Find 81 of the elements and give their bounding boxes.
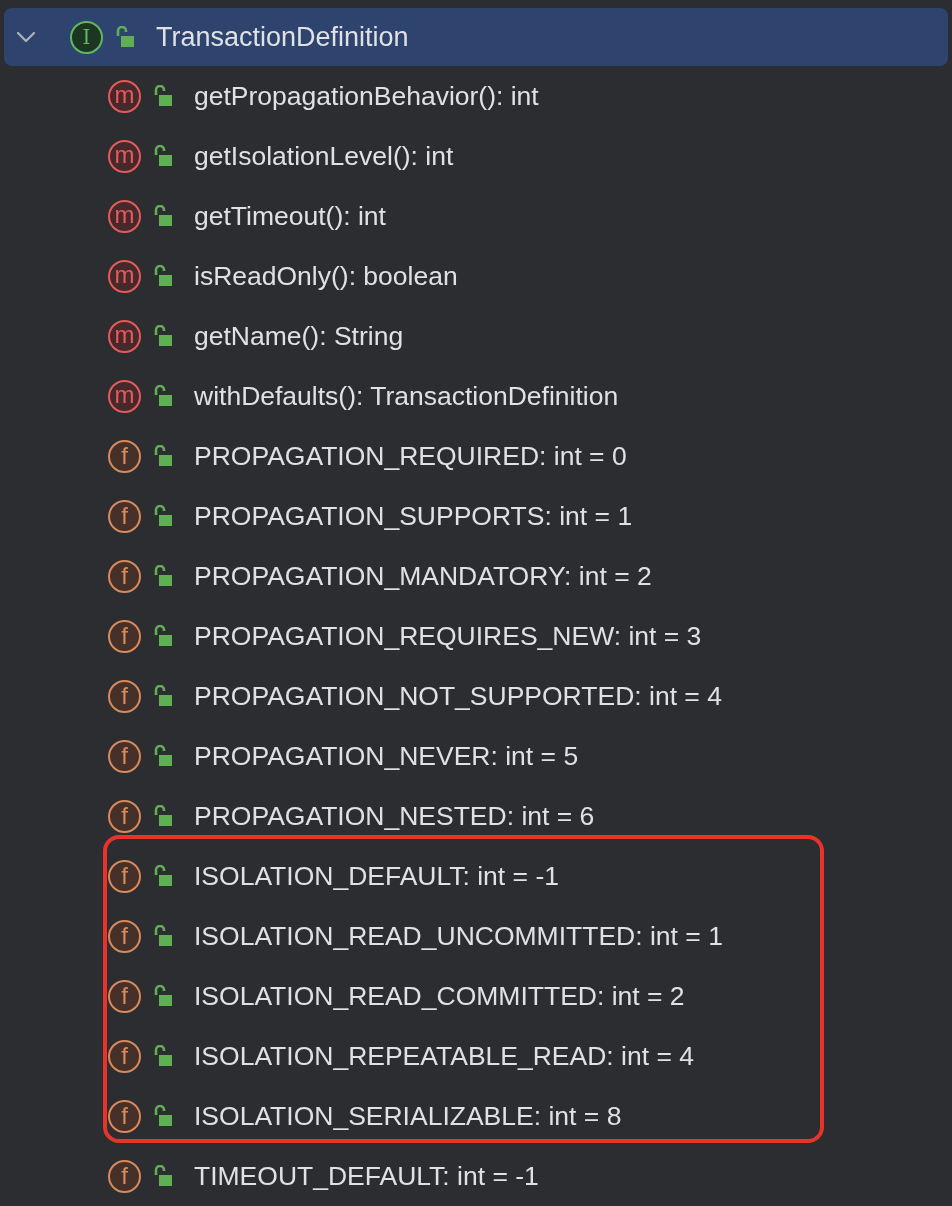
tree-node[interactable]: f ISOLATION_READ_COMMITTED: int = 2 — [0, 966, 952, 1026]
field-icon: f — [108, 1159, 141, 1193]
field-icon: f — [108, 559, 141, 593]
tree-node[interactable]: f PROPAGATION_REQUIRED: int = 0 — [0, 426, 952, 486]
unlocked-padlock-icon — [153, 265, 173, 287]
field-icon: f — [108, 979, 141, 1013]
unlocked-padlock-icon — [153, 145, 173, 167]
node-label: TIMEOUT_DEFAULT: int = -1 — [194, 1160, 539, 1192]
node-label: isReadOnly(): boolean — [194, 260, 458, 292]
node-label: ISOLATION_READ_UNCOMMITTED: int = 1 — [194, 920, 723, 952]
node-label: ISOLATION_SERIALIZABLE: int = 8 — [194, 1100, 622, 1132]
tree-node[interactable]: f ISOLATION_REPEATABLE_READ: int = 4 — [0, 1026, 952, 1086]
tree-node[interactable]: m getTimeout(): int — [0, 186, 952, 246]
unlocked-padlock-icon — [153, 85, 173, 107]
field-icon: f — [108, 619, 141, 653]
unlocked-padlock-icon — [153, 445, 173, 467]
method-icon: m — [108, 319, 141, 353]
tree-node[interactable]: f ISOLATION_DEFAULT: int = -1 — [0, 846, 952, 906]
method-icon: m — [108, 139, 141, 173]
tree-node[interactable]: f PROPAGATION_NESTED: int = 6 — [0, 786, 952, 846]
tree-node[interactable]: f ISOLATION_READ_UNCOMMITTED: int = 1 — [0, 906, 952, 966]
method-icon: m — [108, 79, 141, 113]
tree-node[interactable]: m getPropagationBehavior(): int — [0, 66, 952, 126]
tree-node[interactable]: f PROPAGATION_SUPPORTS: int = 1 — [0, 486, 952, 546]
unlocked-padlock-icon — [153, 325, 173, 347]
tree-node[interactable]: m getName(): String — [0, 306, 952, 366]
unlocked-padlock-icon — [153, 925, 173, 947]
tree-node[interactable]: f PROPAGATION_REQUIRES_NEW: int = 3 — [0, 606, 952, 666]
node-label: ISOLATION_READ_COMMITTED: int = 2 — [194, 980, 685, 1012]
tree-node[interactable]: m withDefaults(): TransactionDefinition — [0, 366, 952, 426]
node-label: PROPAGATION_MANDATORY: int = 2 — [194, 560, 652, 592]
field-icon: f — [108, 439, 141, 473]
field-icon: f — [108, 1039, 141, 1073]
node-label: getName(): String — [194, 320, 404, 352]
unlocked-padlock-icon — [153, 1165, 173, 1187]
field-icon: f — [108, 679, 141, 713]
node-label: getIsolationLevel(): int — [194, 140, 454, 172]
unlocked-padlock-icon — [153, 685, 173, 707]
node-label: ISOLATION_DEFAULT: int = -1 — [194, 860, 559, 892]
node-label: PROPAGATION_NESTED: int = 6 — [194, 800, 595, 832]
interface-icon: I — [70, 20, 103, 54]
unlocked-padlock-icon — [153, 745, 173, 767]
unlocked-padlock-icon — [153, 805, 173, 827]
unlocked-padlock-icon — [153, 1045, 173, 1067]
tree-node[interactable]: f PROPAGATION_NOT_SUPPORTED: int = 4 — [0, 666, 952, 726]
node-label: PROPAGATION_REQUIRED: int = 0 — [194, 440, 627, 472]
node-label: TransactionDefinition — [156, 21, 409, 53]
method-icon: m — [108, 379, 141, 413]
unlocked-padlock-icon — [153, 385, 173, 407]
field-icon: f — [108, 859, 141, 893]
method-icon: m — [108, 259, 141, 293]
field-icon: f — [108, 1099, 141, 1133]
tree-node[interactable]: f PROPAGATION_NEVER: int = 5 — [0, 726, 952, 786]
tree-node[interactable]: f TIMEOUT_DEFAULT: int = -1 — [0, 1146, 952, 1206]
unlocked-padlock-icon — [153, 505, 173, 527]
node-label: withDefaults(): TransactionDefinition — [194, 380, 619, 412]
unlocked-padlock-icon — [153, 565, 173, 587]
node-label: PROPAGATION_NOT_SUPPORTED: int = 4 — [194, 680, 722, 712]
unlocked-padlock-icon — [153, 1105, 173, 1127]
unlocked-padlock-icon — [153, 985, 173, 1007]
tree-node[interactable]: I TransactionDefinition — [4, 8, 948, 66]
node-label: PROPAGATION_REQUIRES_NEW: int = 3 — [194, 620, 702, 652]
tree-node[interactable]: m isReadOnly(): boolean — [0, 246, 952, 306]
unlocked-padlock-icon — [153, 205, 173, 227]
unlocked-padlock-icon — [115, 26, 135, 48]
field-icon: f — [108, 499, 141, 533]
tree-node[interactable]: f ISOLATION_SERIALIZABLE: int = 8 — [0, 1086, 952, 1146]
method-icon: m — [108, 199, 141, 233]
field-icon: f — [108, 799, 141, 833]
field-icon: f — [108, 739, 141, 773]
node-label: getTimeout(): int — [194, 200, 386, 232]
node-label: PROPAGATION_SUPPORTS: int = 1 — [194, 500, 633, 532]
node-label: PROPAGATION_NEVER: int = 5 — [194, 740, 579, 772]
node-label: getPropagationBehavior(): int — [194, 80, 539, 112]
node-label: ISOLATION_REPEATABLE_READ: int = 4 — [194, 1040, 694, 1072]
tree-node[interactable]: f PROPAGATION_MANDATORY: int = 2 — [0, 546, 952, 606]
unlocked-padlock-icon — [153, 865, 173, 887]
chevron-icon[interactable] — [16, 31, 36, 43]
field-icon: f — [108, 919, 141, 953]
tree-node[interactable]: m getIsolationLevel(): int — [0, 126, 952, 186]
unlocked-padlock-icon — [153, 625, 173, 647]
